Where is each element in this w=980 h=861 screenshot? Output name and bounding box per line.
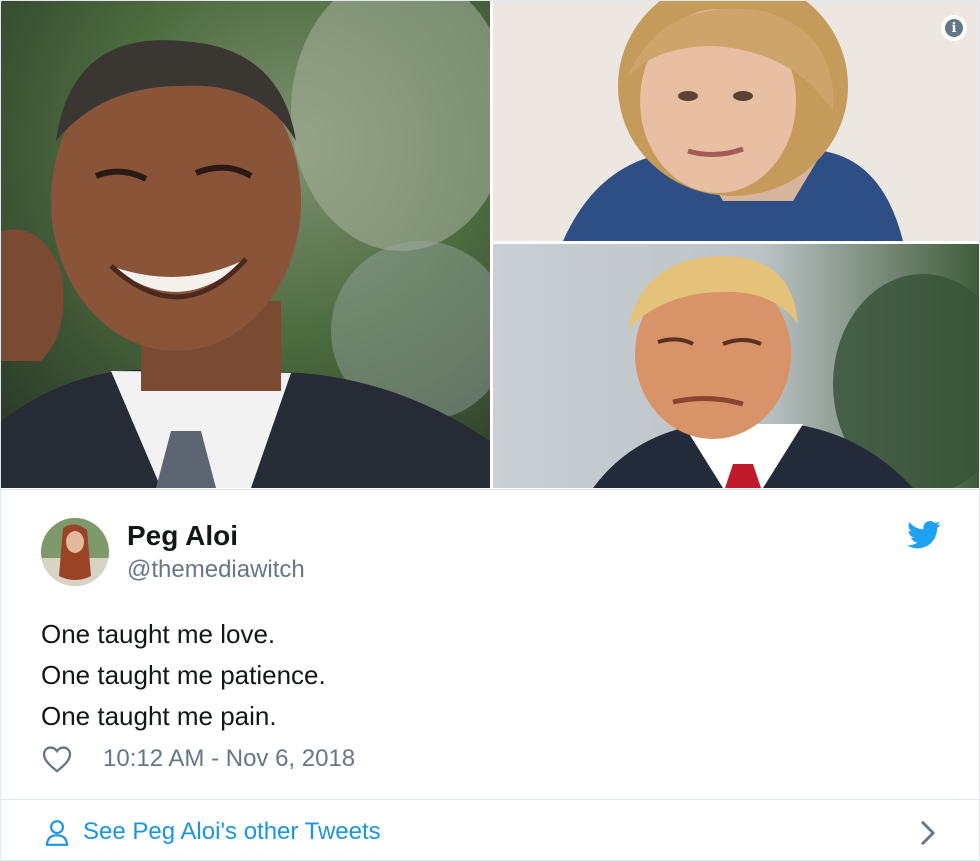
photo-smiling-man — [1, 1, 490, 488]
tweet-photo-bottom-right[interactable] — [493, 244, 979, 488]
photo-blonde-man — [493, 244, 979, 488]
see-other-tweets-link[interactable]: See Peg Aloi's other Tweets — [83, 818, 381, 846]
tweet-line: One taught me patience. — [41, 660, 326, 690]
tweet-timestamp[interactable]: 10:12 AM - Nov 6, 2018 — [103, 745, 355, 773]
tweet-body: Peg Aloi @themediawitch One taught me lo… — [1, 489, 979, 799]
tweet-photo-left[interactable] — [1, 1, 490, 488]
author-name[interactable]: Peg Aloi — [127, 520, 238, 552]
tweet-photo-top-right[interactable]: i — [493, 1, 979, 241]
tweet-footer[interactable]: See Peg Aloi's other Tweets — [1, 799, 979, 860]
tweet-meta: 10:12 AM - Nov 6, 2018 — [41, 744, 355, 774]
tweet-line: One taught me pain. — [41, 701, 277, 731]
author-handle[interactable]: @themediawitch — [127, 556, 305, 584]
avatar-image — [41, 518, 109, 586]
tweet-media-grid: i — [1, 1, 979, 489]
person-icon — [45, 820, 69, 846]
embedded-tweet-card: i Peg Aloi @themediawitch One taught me … — [0, 0, 980, 861]
heart-icon[interactable] — [41, 745, 73, 773]
twitter-bird-icon[interactable] — [907, 520, 941, 550]
info-icon[interactable]: i — [941, 15, 967, 41]
tweet-text: One taught me love. One taught me patien… — [41, 614, 326, 737]
chevron-right-icon[interactable] — [919, 820, 937, 846]
tweet-line: One taught me love. — [41, 619, 276, 649]
author-avatar[interactable] — [41, 518, 109, 586]
photo-blonde-woman — [493, 1, 979, 241]
